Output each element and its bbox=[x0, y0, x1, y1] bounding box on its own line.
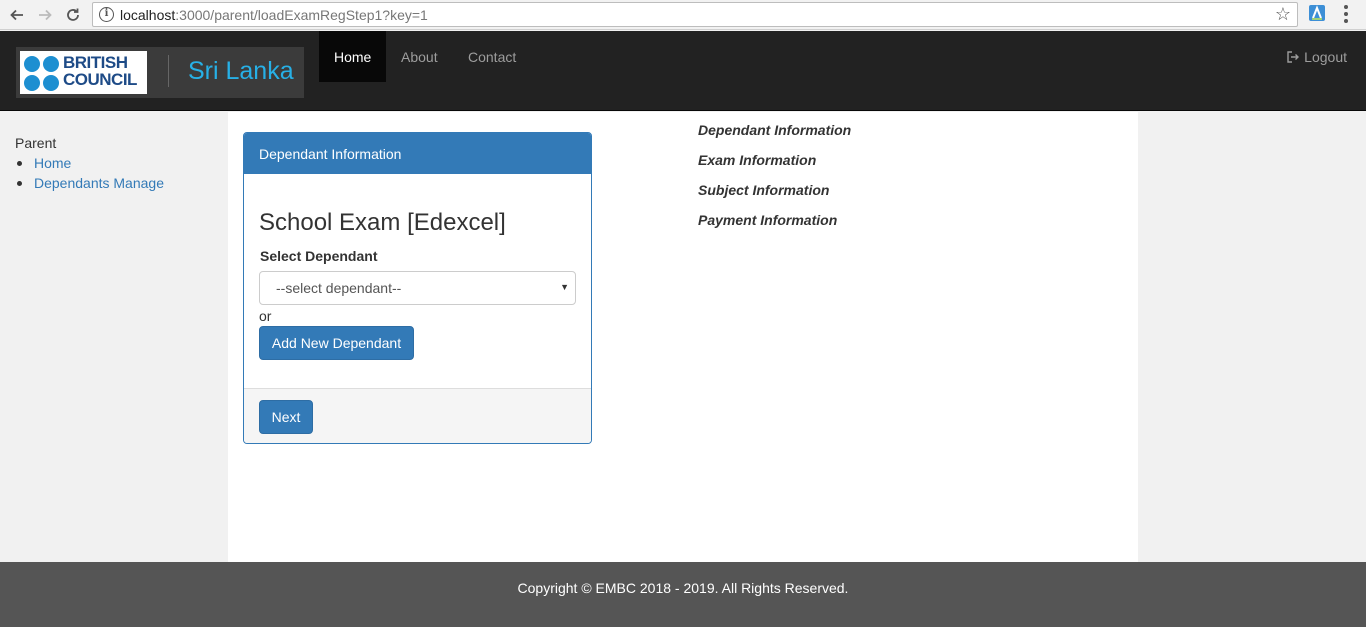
sidebar-link-dependants-manage[interactable]: Dependants Manage bbox=[34, 175, 164, 191]
next-button[interactable]: Next bbox=[259, 400, 313, 434]
dependant-panel: Dependant Information School Exam [Edexc… bbox=[243, 132, 592, 444]
url-text: localhost:3000/parent/loadExamRegStep1?k… bbox=[120, 7, 428, 23]
browser-menu-icon[interactable] bbox=[1343, 5, 1349, 23]
british-council-dots-icon bbox=[24, 56, 60, 92]
dependant-select[interactable]: --select dependant-- ▼ bbox=[259, 271, 576, 305]
registration-steps: Dependant Information Exam Information S… bbox=[698, 115, 851, 235]
dependant-select-value: --select dependant-- bbox=[276, 280, 402, 296]
back-arrow-icon[interactable] bbox=[7, 5, 27, 25]
panel-heading: Dependant Information bbox=[244, 133, 591, 174]
or-text: or bbox=[259, 308, 272, 324]
sidebar-heading: Parent bbox=[15, 135, 57, 151]
extension-icon[interactable] bbox=[1308, 4, 1326, 22]
british-council-logo: BRITISH COUNCIL bbox=[20, 51, 147, 94]
brand-logo-block[interactable]: BRITISH COUNCIL Sri Lanka bbox=[16, 47, 304, 98]
bookmark-star-icon[interactable]: ☆ bbox=[1275, 4, 1291, 25]
nav-about[interactable]: About bbox=[386, 31, 453, 82]
page-footer: Copyright © EMBC 2018 - 2019. All Rights… bbox=[0, 562, 1366, 627]
logout-icon bbox=[1287, 51, 1300, 63]
step-payment-information: Payment Information bbox=[698, 212, 838, 228]
panel-footer: Next bbox=[244, 388, 591, 443]
logo-text: BRITISH COUNCIL bbox=[63, 53, 137, 89]
logout-label: Logout bbox=[1304, 49, 1347, 65]
step-exam-information: Exam Information bbox=[698, 152, 817, 168]
reload-icon[interactable] bbox=[63, 5, 83, 25]
brand-country: Sri Lanka bbox=[188, 57, 294, 85]
sidebar-link-home[interactable]: Home bbox=[34, 155, 71, 171]
main-content: Dependant Information School Exam [Edexc… bbox=[228, 112, 1138, 562]
address-bar[interactable]: i localhost:3000/parent/loadExamRegStep1… bbox=[92, 2, 1298, 27]
select-dependant-label: Select Dependant bbox=[260, 248, 378, 264]
exam-title: School Exam [Edexcel] bbox=[259, 209, 506, 236]
step-dependant-information: Dependant Information bbox=[698, 122, 852, 138]
dropdown-arrow-icon: ▼ bbox=[560, 282, 569, 292]
forward-arrow-icon[interactable] bbox=[35, 5, 55, 25]
browser-toolbar: i localhost:3000/parent/loadExamRegStep1… bbox=[0, 0, 1366, 30]
brand-divider bbox=[168, 55, 169, 87]
top-navbar: BRITISH COUNCIL Sri Lanka Home About Con… bbox=[0, 31, 1366, 111]
nav-contact[interactable]: Contact bbox=[453, 31, 531, 82]
add-new-dependant-button[interactable]: Add New Dependant bbox=[259, 326, 414, 360]
sidebar: Parent Home Dependants Manage bbox=[15, 133, 164, 193]
copyright-text: Copyright © EMBC 2018 - 2019. All Rights… bbox=[517, 580, 849, 596]
info-icon[interactable]: i bbox=[99, 7, 114, 22]
sidebar-item-home: Home bbox=[15, 153, 164, 173]
panel-body: School Exam [Edexcel] Select Dependant -… bbox=[244, 209, 591, 360]
sidebar-item-dependants-manage: Dependants Manage bbox=[15, 173, 164, 193]
step-subject-information: Subject Information bbox=[698, 182, 830, 198]
nav-home[interactable]: Home bbox=[319, 31, 386, 82]
sidebar-links: Home Dependants Manage bbox=[15, 153, 164, 193]
logout-link[interactable]: Logout bbox=[1287, 49, 1347, 65]
